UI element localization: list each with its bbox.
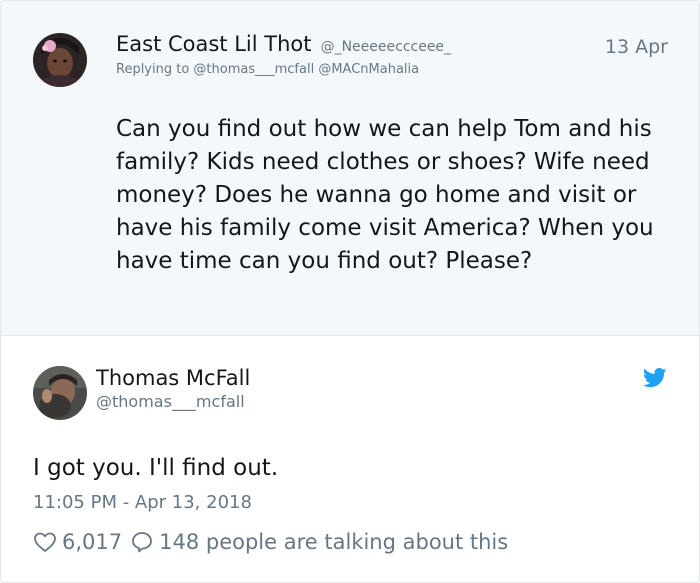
- main-tweet-timestamp[interactable]: 11:05 PM - Apr 13, 2018: [33, 492, 252, 513]
- main-author-handle[interactable]: @thomas___mcfall: [96, 392, 245, 411]
- main-tweet-text: I got you. I'll find out.: [33, 455, 279, 481]
- replying-to-line[interactable]: Replying to @thomas___mcfall @MACnMahali…: [116, 62, 419, 77]
- conversation-count[interactable]: 148 people are talking about this: [159, 530, 508, 554]
- main-author-name[interactable]: Thomas McFall: [96, 366, 250, 390]
- reply-author-handle[interactable]: @_Neeeeeccceee_: [321, 39, 451, 55]
- reply-author-avatar[interactable]: [33, 33, 87, 87]
- reply-tweet-text: Can you find out how we can help Tom and…: [116, 116, 654, 274]
- embedded-tweet-card: East Coast Lil Thot @_Neeeeeccceee_ 13 A…: [0, 0, 700, 583]
- tweet-stats: 6,017 148 people are talking about this: [33, 528, 508, 556]
- reply-author-name[interactable]: East Coast Lil Thot: [116, 32, 311, 56]
- reply-tweet: East Coast Lil Thot @_Neeeeeccceee_ 13 A…: [1, 1, 699, 336]
- heart-icon[interactable]: [33, 530, 57, 554]
- twitter-bird-icon[interactable]: [642, 368, 667, 388]
- speech-bubble-icon[interactable]: [130, 530, 154, 554]
- main-author-avatar[interactable]: [33, 366, 87, 420]
- like-count[interactable]: 6,017: [62, 530, 122, 554]
- reply-date[interactable]: 13 Apr: [605, 36, 668, 58]
